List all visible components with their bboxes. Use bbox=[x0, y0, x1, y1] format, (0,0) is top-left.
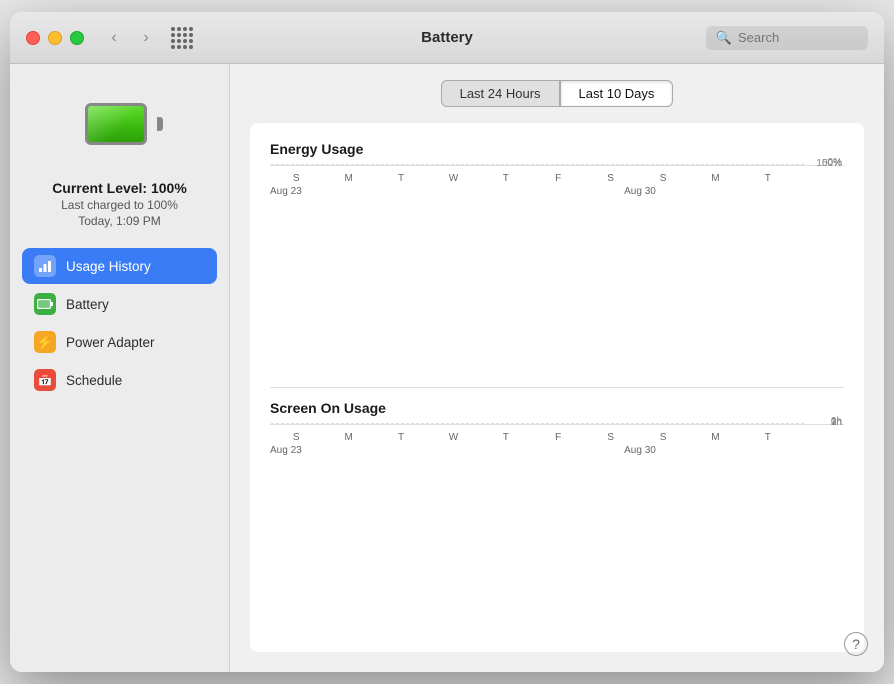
x-day-label: S bbox=[637, 168, 689, 186]
usage-history-icon bbox=[34, 255, 56, 277]
titlebar: ‹ › Battery 🔍 bbox=[10, 12, 884, 64]
content-area: Current Level: 100% Last charged to 100%… bbox=[10, 64, 884, 672]
usage-history-label: Usage History bbox=[66, 259, 151, 274]
screen-chart-section: Screen On Usage 3h 2h bbox=[270, 400, 844, 634]
screen-label-0h: 0h bbox=[831, 416, 842, 427]
tab-bar: Last 24 Hours Last 10 Days bbox=[250, 80, 864, 107]
battery-tip bbox=[157, 117, 163, 131]
forward-button[interactable]: › bbox=[132, 27, 160, 49]
x-day-label: T bbox=[375, 427, 427, 445]
sidebar-item-schedule[interactable]: 📅 Schedule bbox=[22, 362, 217, 398]
x-date-label: Aug 23 bbox=[270, 445, 302, 456]
grid-line-bot: 0% bbox=[271, 164, 804, 165]
search-input[interactable] bbox=[738, 30, 858, 45]
x-day-label: S bbox=[637, 427, 689, 445]
power-adapter-icon: ⚡ bbox=[34, 331, 56, 353]
charts-area: Energy Usage 100% 50% bbox=[250, 123, 864, 652]
traffic-lights bbox=[26, 31, 84, 45]
screen-dates: Aug 23 Aug 30 bbox=[270, 445, 804, 456]
battery-time: Today, 1:09 PM bbox=[52, 214, 187, 228]
screen-grid-1h: 1h bbox=[271, 424, 804, 425]
search-box[interactable]: 🔍 bbox=[706, 26, 868, 50]
x-day-label: W bbox=[427, 168, 479, 186]
battery-info: Current Level: 100% Last charged to 100%… bbox=[52, 180, 187, 228]
screen-xaxis: SMTWTFSSMT bbox=[270, 425, 804, 445]
sidebar-nav: Usage History Battery ⚡ Power Ad bbox=[10, 248, 229, 398]
search-icon: 🔍 bbox=[716, 30, 732, 46]
x-day-label: F bbox=[532, 427, 584, 445]
power-adapter-label: Power Adapter bbox=[66, 335, 155, 350]
x-day-label: T bbox=[742, 427, 794, 445]
energy-chart-section: Energy Usage 100% 50% bbox=[270, 141, 844, 375]
sidebar: Current Level: 100% Last charged to 100%… bbox=[10, 64, 230, 672]
energy-label-0: 0% bbox=[828, 157, 842, 168]
help-button[interactable]: ? bbox=[844, 632, 868, 656]
battery-visual bbox=[85, 103, 155, 145]
schedule-icon: 📅 bbox=[34, 369, 56, 391]
close-button[interactable] bbox=[26, 31, 40, 45]
battery-nav-label: Battery bbox=[66, 297, 109, 312]
battery-body bbox=[85, 103, 147, 145]
x-day-label: S bbox=[584, 427, 636, 445]
grid-button[interactable] bbox=[168, 27, 196, 49]
grid-line-mid: 50% bbox=[271, 165, 804, 166]
main-content: Last 24 Hours Last 10 Days Energy Usage … bbox=[230, 64, 884, 672]
battery-icon-container bbox=[80, 84, 160, 164]
x-date-label: Aug 30 bbox=[624, 445, 656, 456]
x-day-label: S bbox=[584, 168, 636, 186]
sidebar-item-power-adapter[interactable]: ⚡ Power Adapter bbox=[22, 324, 217, 360]
screen-grid-bot: 0h bbox=[271, 423, 804, 424]
x-day-label: T bbox=[480, 427, 532, 445]
battery-nav-icon bbox=[34, 293, 56, 315]
energy-chart: 100% 50% 0% bbox=[270, 165, 844, 166]
battery-charged: Last charged to 100% bbox=[52, 198, 187, 212]
x-day-label: M bbox=[322, 168, 374, 186]
screen-chart-wrapper: 3h 2h 1h 0h bbox=[270, 424, 844, 634]
x-day-label: M bbox=[689, 427, 741, 445]
battery-level: Current Level: 100% bbox=[52, 180, 187, 196]
x-day-label: T bbox=[742, 168, 794, 186]
screen-chart: 3h 2h 1h 0h bbox=[270, 424, 844, 425]
x-day-label: T bbox=[375, 168, 427, 186]
x-day-label: W bbox=[427, 427, 479, 445]
x-day-label: M bbox=[322, 427, 374, 445]
x-day-label: S bbox=[270, 168, 322, 186]
tab-last-24[interactable]: Last 24 Hours bbox=[441, 80, 560, 107]
maximize-button[interactable] bbox=[70, 31, 84, 45]
x-day-label: S bbox=[270, 427, 322, 445]
x-day-label: F bbox=[532, 168, 584, 186]
x-day-label: T bbox=[480, 168, 532, 186]
x-day-label: M bbox=[689, 168, 741, 186]
window-title: Battery bbox=[421, 29, 473, 46]
tab-last-10[interactable]: Last 10 Days bbox=[560, 80, 674, 107]
energy-chart-title: Energy Usage bbox=[270, 141, 844, 157]
nav-buttons: ‹ › bbox=[100, 27, 160, 49]
sidebar-item-battery[interactable]: Battery bbox=[22, 286, 217, 322]
energy-chart-wrapper: 100% 50% 0% bbox=[270, 165, 844, 375]
energy-dates: Aug 23 Aug 30 bbox=[270, 186, 804, 197]
chart-divider bbox=[270, 387, 844, 388]
screen-chart-title: Screen On Usage bbox=[270, 400, 844, 416]
minimize-button[interactable] bbox=[48, 31, 62, 45]
back-button[interactable]: ‹ bbox=[100, 27, 128, 49]
energy-xaxis: SMTWTFSSMT bbox=[270, 166, 804, 186]
main-window: ‹ › Battery 🔍 bbox=[10, 12, 884, 672]
x-date-label: Aug 23 bbox=[270, 186, 302, 197]
sidebar-item-usage-history[interactable]: Usage History bbox=[22, 248, 217, 284]
schedule-label: Schedule bbox=[66, 373, 122, 388]
x-date-label: Aug 30 bbox=[624, 186, 656, 197]
